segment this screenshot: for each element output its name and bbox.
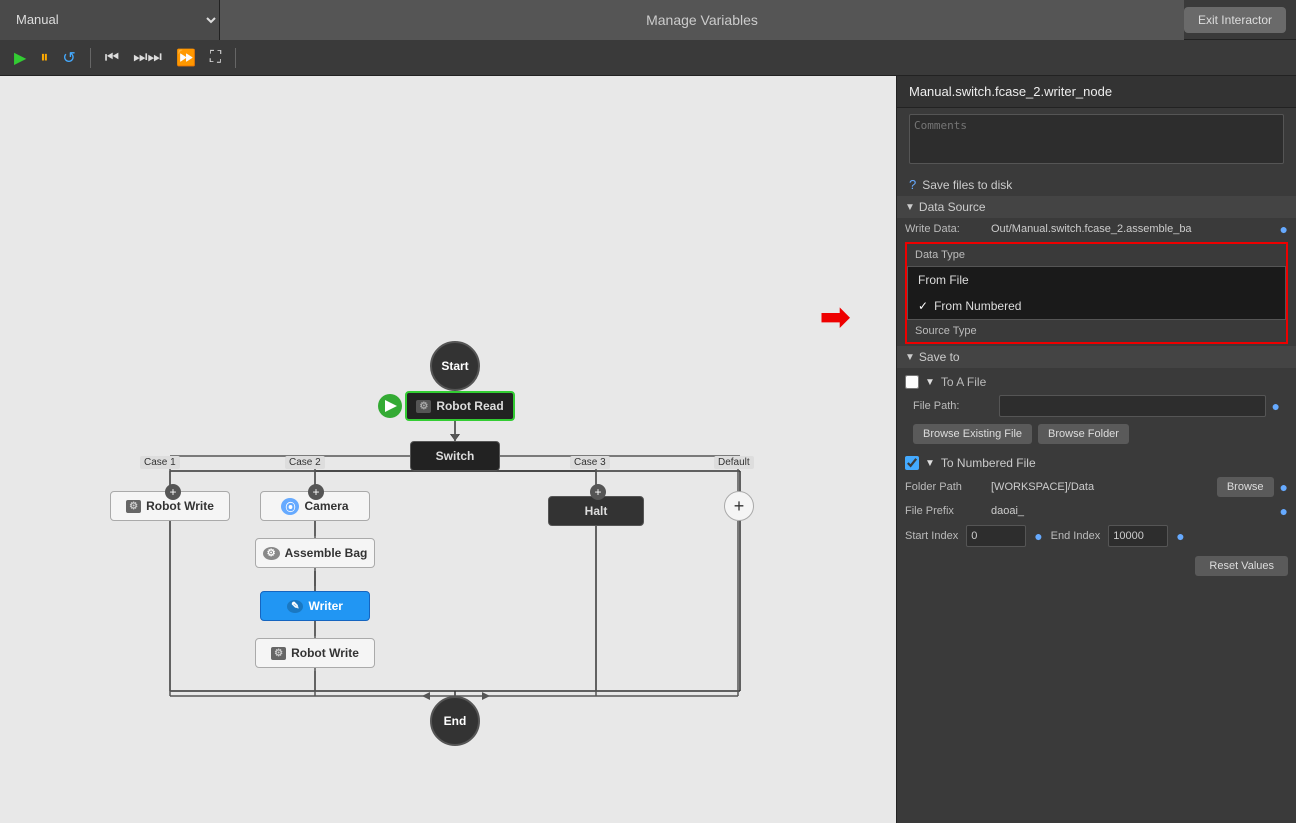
folder-path-label: Folder Path <box>905 481 985 493</box>
case2-label: Case 2 <box>285 456 325 469</box>
default-plus-node[interactable]: + <box>724 491 754 521</box>
start-index-input[interactable] <box>966 525 1026 547</box>
info-icon: ? <box>909 177 916 192</box>
write-data-row: Write Data: Out/Manual.switch.fcase_2.as… <box>897 218 1296 240</box>
switch-node[interactable]: Switch <box>410 441 500 471</box>
to-numbered-section: ▼ To Numbered File <box>897 452 1296 474</box>
folder-path-value: [WORKSPACE]/Data <box>991 481 1211 493</box>
flow-canvas: Start ⚙ Robot Read Switch Case 1 Case 2 … <box>0 76 896 823</box>
default-label: Default <box>714 456 754 469</box>
halt-node[interactable]: Halt <box>548 496 644 526</box>
index-row: Start Index ● End Index ● <box>897 522 1296 550</box>
to-a-file-checkbox-row: ▼ To A File <box>905 372 1288 392</box>
source-type-label: Source Type <box>915 325 995 337</box>
forward-button[interactable]: ⏩ <box>172 46 200 70</box>
pause-button[interactable]: ⏸ <box>36 47 52 69</box>
write-data-dot: ● <box>1280 221 1288 237</box>
from-numbered-option[interactable]: ✓From Numbered <box>908 293 1285 319</box>
write-data-value: Out/Manual.switch.fcase_2.assemble_ba <box>991 223 1274 235</box>
top-bar: Manual Manage Variables Exit Interactor <box>0 0 1296 40</box>
manage-vars-label: Manage Variables <box>220 0 1184 40</box>
comments-textarea[interactable] <box>909 114 1284 164</box>
end-node[interactable]: End <box>430 696 480 746</box>
robot-read-node[interactable]: ⚙ Robot Read <box>405 391 515 421</box>
to-a-file-checkbox[interactable] <box>905 375 919 389</box>
save-files-label: Save files to disk <box>922 178 1012 192</box>
save-to-label: Save to <box>919 350 960 364</box>
write-data-label: Write Data: <box>905 223 985 235</box>
camera-button[interactable]: ⛶ <box>206 47 225 69</box>
dropdown-highlighted-area: Data Type From File ✓From Numbered Sourc… <box>905 242 1288 344</box>
case1-label: Case 1 <box>140 456 180 469</box>
toolbar: ▶ ⏸ ↺ ⏮ ⏭⏭ ⏩ ⛶ <box>0 40 1296 76</box>
check-icon: ✓ <box>918 299 928 313</box>
to-a-file-label: To A File <box>941 375 986 389</box>
file-path-label: File Path: <box>913 400 993 412</box>
prefix-dot: ● <box>1280 503 1288 519</box>
data-source-arrow: ▼ <box>905 202 915 213</box>
start-node[interactable]: Start <box>430 341 480 391</box>
file-prefix-value: daoai_ <box>991 505 1024 517</box>
end-index-label: End Index <box>1051 530 1101 542</box>
file-path-input[interactable] <box>999 395 1266 417</box>
play-button[interactable]: ▶ <box>10 46 30 70</box>
comments-section <box>897 108 1296 173</box>
end-index-input[interactable] <box>1108 525 1168 547</box>
dropdown-menu: From File ✓From Numbered <box>907 266 1286 320</box>
to-numbered-arrow: ▼ <box>925 458 935 469</box>
exit-interactor-button[interactable]: Exit Interactor <box>1184 7 1286 33</box>
data-type-label: Data Type <box>915 249 995 261</box>
reset-values-button[interactable]: Reset Values <box>1195 556 1288 576</box>
toolbar-divider <box>90 48 91 68</box>
file-prefix-label: File Prefix <box>905 505 985 517</box>
folder-browse-button[interactable]: Browse <box>1217 477 1274 497</box>
case3-label: Case 3 <box>570 456 610 469</box>
file-prefix-row: File Prefix daoai_ ● <box>897 500 1296 522</box>
step-button[interactable]: ⏮ <box>101 47 123 69</box>
start-index-dot: ● <box>1034 528 1042 544</box>
data-type-row: Data Type <box>907 244 1286 266</box>
save-to-header[interactable]: ▼ Save to <box>897 346 1296 368</box>
from-file-option[interactable]: From File <box>908 267 1285 293</box>
start-index-label: Start Index <box>905 530 958 542</box>
end-index-dot: ● <box>1176 528 1184 544</box>
to-a-file-arrow: ▼ <box>925 377 935 388</box>
source-type-row: Source Type <box>907 320 1286 342</box>
case2-plus-icon[interactable]: + <box>308 484 324 500</box>
panel-title: Manual.switch.fcase_2.writer_node <box>897 76 1296 108</box>
save-files-row: ? Save files to disk <box>897 173 1296 196</box>
red-arrow-indicator: ➡ <box>820 296 850 338</box>
robot-write2-node[interactable]: ⚙ Robot Write <box>255 638 375 668</box>
file-path-dot: ● <box>1272 398 1280 414</box>
file-path-row: File Path: ● <box>905 392 1288 420</box>
assemble-bag-node[interactable]: ⚙ Assemble Bag <box>255 538 375 568</box>
refresh-button[interactable]: ↺ <box>58 46 79 70</box>
browse-buttons-row: Browse Existing File Browse Folder <box>905 420 1288 448</box>
canvas-area[interactable]: Start ⚙ Robot Read Switch Case 1 Case 2 … <box>0 76 896 823</box>
to-numbered-checkbox[interactable] <box>905 456 919 470</box>
browse-existing-button[interactable]: Browse Existing File <box>913 424 1032 444</box>
main-area: Start ⚙ Robot Read Switch Case 1 Case 2 … <box>0 76 1296 823</box>
right-panel: Manual.switch.fcase_2.writer_node ? Save… <box>896 76 1296 823</box>
browse-folder-button[interactable]: Browse Folder <box>1038 424 1129 444</box>
to-a-file-section: ▼ To A File File Path: ● Browse Existing… <box>897 368 1296 452</box>
writer-node[interactable]: ✎ Writer <box>260 591 370 621</box>
folder-path-dot: ● <box>1280 479 1288 495</box>
folder-path-row: Folder Path [WORKSPACE]/Data Browse ● <box>897 474 1296 500</box>
toolbar-divider2 <box>235 48 236 68</box>
case1-plus-icon[interactable]: + <box>165 484 181 500</box>
manual-selector[interactable]: Manual <box>0 0 220 40</box>
save-to-arrow: ▼ <box>905 352 915 363</box>
data-source-header[interactable]: ▼ Data Source <box>897 196 1296 218</box>
data-source-label: Data Source <box>919 200 986 214</box>
case3-plus-icon[interactable]: + <box>590 484 606 500</box>
to-numbered-label: To Numbered File <box>941 456 1036 470</box>
skip-button[interactable]: ⏭⏭ <box>129 47 166 69</box>
